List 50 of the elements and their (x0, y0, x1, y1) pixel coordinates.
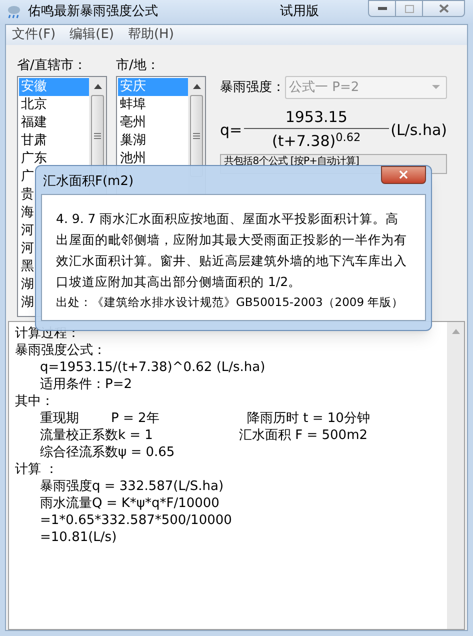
menu-item[interactable]: 编辑(E) (70, 25, 114, 45)
formula-numerator: 1953.15 (285, 108, 348, 126)
minimize-button[interactable] (368, 0, 396, 17)
list-item[interactable]: 蚌埠 (118, 96, 188, 114)
edition-label: 试用版 (280, 3, 319, 22)
field-label: 暴雨强度： (220, 78, 285, 97)
calc-line: =10.81(L/s) (39, 528, 118, 546)
calc-heading: 暴雨强度公式： (15, 342, 107, 359)
calc-line: 适用条件：P=2 (39, 376, 134, 393)
formula-lhs: q= (220, 120, 242, 141)
window-title: 佑鸣最新暴雨强度公式 (28, 3, 158, 22)
list-label: 市/地： (116, 56, 160, 74)
list-item[interactable]: 池州 (118, 150, 188, 168)
list-item[interactable]: 广东 (19, 150, 89, 168)
calc-label: 重现期 (40, 410, 80, 427)
calc-line: q=1953.15/(t+7.38)^0.62 (L/s.ha) (39, 358, 266, 376)
rain-cloud-icon (6, 4, 22, 20)
minimize-icon (378, 7, 386, 10)
dialog-title: 汇水面积F(m2) (42, 173, 134, 191)
dialog-text: 4. 9. 7 雨水汇水面积应按地面、屋面水平投影面积计算。高出屋面的毗邻侧墙，应附加其最大受雨面正投影的一半作为有效汇水面积计算。窗井、贴近高层建筑外墙的地下汽车库出入口坡道应附加其高出部分侧墙面积的 1/2。 (56, 210, 408, 291)
dialog-source: 出处：《建筑给水排水设计规范》GB50015-2003（2009 年版） (56, 294, 404, 311)
menu-item[interactable]: 帮助(H) (128, 25, 174, 45)
list-item[interactable]: 北京 (19, 96, 89, 114)
grip-icon (193, 132, 200, 139)
scroll-up-icon[interactable] (94, 84, 102, 89)
calc-line: 暴雨强度q = 332.587(L/S.ha) (39, 478, 225, 495)
dropdown-arrow-icon (432, 85, 440, 90)
close-icon (438, 4, 448, 13)
list-item[interactable]: 福建 (19, 114, 89, 132)
list-item[interactable]: 甘肃 (19, 132, 89, 150)
calc-value: 汇水面积 F = 500m2 (239, 426, 368, 444)
calc-value: 降雨历时 t = 10分钟 (247, 410, 370, 427)
scrollbar[interactable] (447, 322, 464, 629)
calc-heading: 计算 ： (15, 460, 60, 478)
calc-line: 雨水流量Q = K*ψ*q*F/10000 (39, 494, 220, 512)
maximize-icon (404, 4, 414, 12)
calc-value: P = 2年 (111, 410, 160, 427)
calc-heading: 其中： (15, 392, 55, 410)
menu-item[interactable]: 文件(F) (12, 25, 56, 45)
formula-unit: (L/s.ha) (390, 120, 447, 141)
formula-denominator: (t+7.38)$^{0.62}$ (272, 131, 361, 152)
list-item[interactable]: 巢湖 (118, 132, 188, 150)
calc-value: 流量校正系数k = 1 (40, 426, 154, 444)
grip-icon (94, 132, 101, 139)
list-item[interactable]: 亳州 (118, 114, 188, 132)
calc-line: 综合径流系数ψ = 0.65 (39, 444, 176, 461)
calc-line: =1*0.65*332.587*500/10000 (39, 512, 233, 529)
close-button[interactable] (422, 0, 465, 17)
scroll-up-icon[interactable] (192, 84, 200, 89)
list-label: 省/直辖市： (17, 56, 88, 74)
